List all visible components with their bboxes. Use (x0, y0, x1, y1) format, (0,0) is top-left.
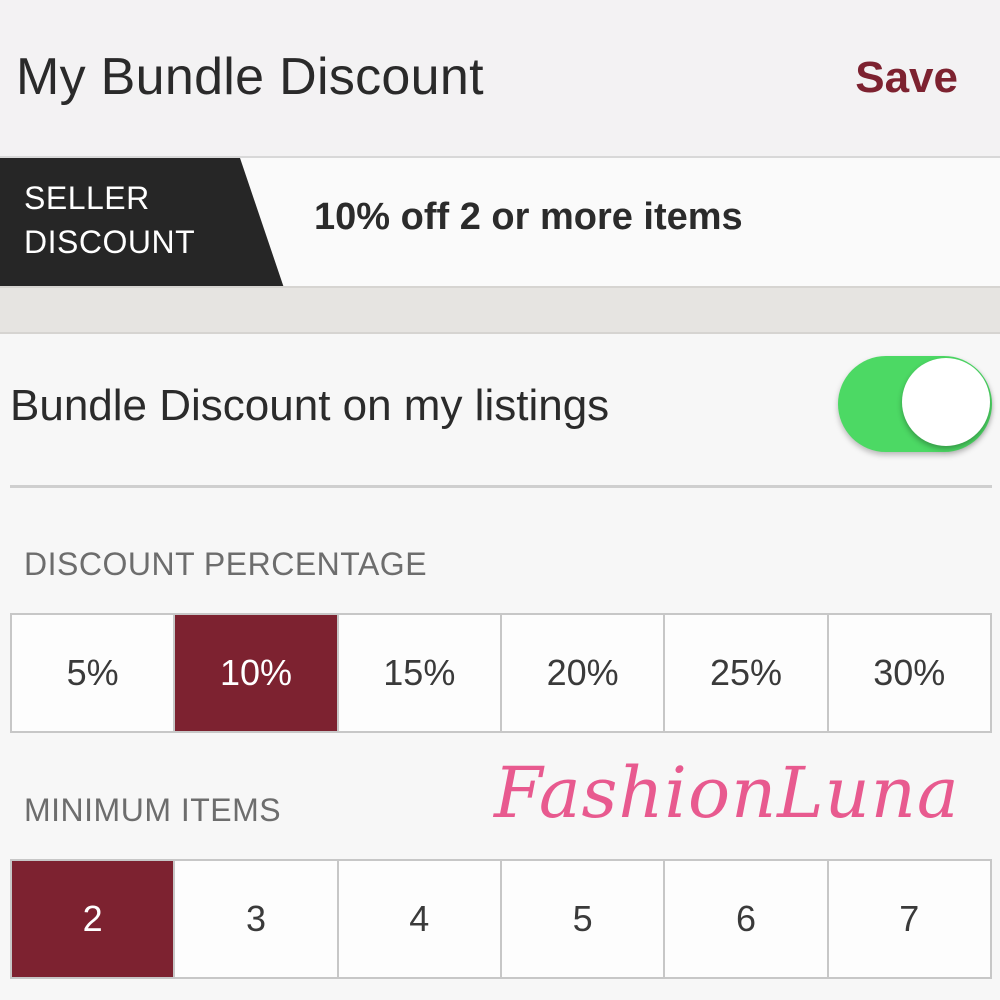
min-items-option-2[interactable]: 2 (12, 861, 176, 977)
save-button[interactable]: Save (855, 52, 958, 104)
discount-option-15[interactable]: 15% (339, 615, 502, 731)
discount-summary: 10% off 2 or more items (314, 196, 743, 238)
discount-percentage-options: 5% 10% 15% 20% 25% 30% (10, 613, 992, 733)
watermark-logo: FashionLuna (494, 752, 960, 834)
discount-option-10[interactable]: 10% (175, 615, 339, 731)
discount-option-30[interactable]: 30% (829, 615, 990, 731)
seller-discount-tag-label: SELLER DISCOUNT (24, 180, 196, 260)
min-items-option-6[interactable]: 6 (665, 861, 829, 977)
discount-option-5[interactable]: 5% (12, 615, 176, 731)
discount-option-20[interactable]: 20% (502, 615, 666, 731)
discount-percentage-heading: DISCOUNT PERCENTAGE (24, 546, 428, 582)
min-items-option-4[interactable]: 4 (339, 861, 502, 977)
app-header: My Bundle Discount Save (0, 0, 1000, 158)
bundle-discount-toggle-label: Bundle Discount on my listings (10, 381, 610, 430)
minimum-items-options: 2 3 4 5 6 7 (10, 859, 992, 979)
section-separator (0, 286, 1000, 334)
page-title: My Bundle Discount (16, 48, 484, 106)
divider (10, 485, 992, 488)
bundle-discount-toggle[interactable] (838, 356, 992, 452)
min-items-option-3[interactable]: 3 (175, 861, 339, 977)
minimum-items-heading: MINIMUM ITEMS (24, 792, 282, 828)
discount-option-25[interactable]: 25% (665, 615, 829, 731)
min-items-option-5[interactable]: 5 (502, 861, 666, 977)
min-items-option-7[interactable]: 7 (829, 861, 990, 977)
toggle-knob (902, 358, 990, 446)
